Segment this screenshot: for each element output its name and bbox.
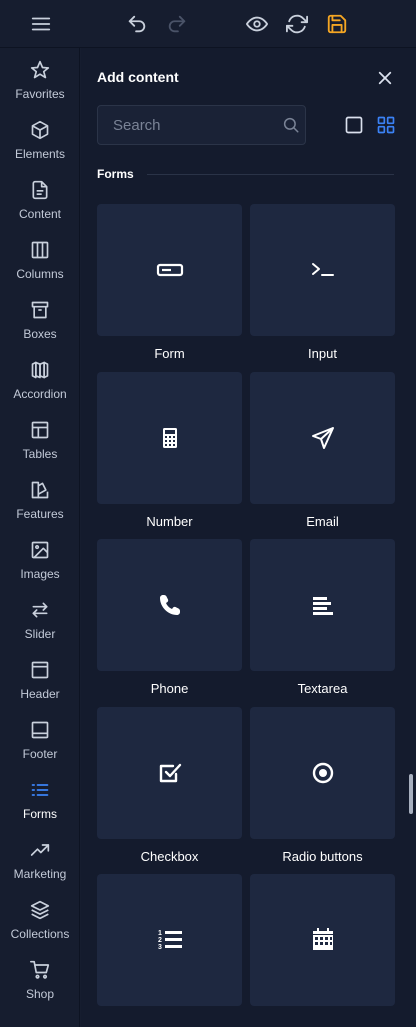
redo-icon[interactable]	[165, 12, 189, 36]
table-icon	[29, 419, 51, 441]
search-box	[97, 105, 306, 145]
sidebar-item-marketing[interactable]: Marketing	[0, 828, 80, 888]
sidebar-item-favorites[interactable]: Favorites	[0, 48, 80, 108]
sidebar-item-label: Favorites	[15, 87, 65, 101]
sidebar-item-label: Features	[16, 507, 64, 521]
sidebar-item-label: Accordion	[13, 387, 67, 401]
tile-input[interactable]	[250, 204, 395, 336]
header-icon	[29, 659, 51, 681]
sidebar-item-forms[interactable]: Forms	[0, 768, 80, 828]
sidebar-item-boxes[interactable]: Boxes	[0, 288, 80, 348]
svg-text:2: 2	[158, 937, 162, 944]
footer-icon	[29, 719, 51, 741]
document-icon	[29, 179, 51, 201]
phone-icon	[159, 595, 180, 615]
sidebar: Favorites Elements Content Columns Boxes…	[0, 48, 80, 1027]
ordered-list-icon: 123	[158, 930, 182, 951]
columns-icon	[29, 239, 51, 261]
sidebar-item-slider[interactable]: Slider	[0, 588, 80, 648]
add-content-panel: Add content Forms Form Input Number Emai…	[81, 48, 416, 1027]
box-icon	[29, 299, 51, 321]
save-icon[interactable]	[325, 12, 349, 36]
sidebar-item-footer[interactable]: Footer	[0, 708, 80, 768]
search-input[interactable]	[98, 106, 278, 144]
accordion-icon	[29, 359, 51, 381]
layers-icon	[29, 899, 51, 921]
section-divider	[147, 174, 394, 175]
search-icon[interactable]	[282, 116, 300, 134]
sidebar-item-label: Shop	[25, 987, 55, 1001]
cart-icon	[29, 959, 51, 981]
tile-label: Form	[154, 346, 185, 361]
undo-icon[interactable]	[125, 12, 149, 36]
form-icon	[156, 263, 183, 277]
radio-icon	[312, 762, 333, 784]
image-icon	[29, 539, 51, 561]
section-title: Forms	[97, 167, 134, 181]
close-icon[interactable]	[375, 68, 395, 88]
sidebar-item-label: Images	[20, 567, 60, 581]
top-toolbar	[0, 0, 416, 48]
sidebar-item-accordion[interactable]: Accordion	[0, 348, 80, 408]
star-icon	[29, 59, 51, 81]
scrollbar-thumb[interactable]	[409, 774, 413, 814]
tile-radio-buttons[interactable]	[250, 707, 395, 839]
tile-textarea[interactable]	[250, 539, 395, 671]
tile-phone[interactable]	[97, 539, 242, 671]
cube-icon	[29, 119, 51, 141]
sidebar-item-label: Tables	[22, 447, 58, 461]
calendar-icon	[312, 928, 333, 950]
sidebar-item-elements[interactable]: Elements	[0, 108, 80, 168]
tile-label: Radio buttons	[282, 849, 363, 864]
tile-label: Phone	[150, 681, 189, 696]
tile-label: Textarea	[297, 681, 348, 696]
tile-ordered-list[interactable]: 123	[97, 874, 242, 1006]
terminal-icon	[311, 263, 334, 276]
sidebar-item-label: Header	[20, 687, 60, 701]
sidebar-item-collections[interactable]: Collections	[0, 888, 80, 948]
sidebar-item-label: Columns	[16, 267, 64, 281]
sidebar-item-label: Marketing	[13, 867, 67, 881]
list-icon	[29, 779, 51, 801]
svg-text:3: 3	[158, 944, 162, 951]
eye-icon[interactable]	[245, 12, 269, 36]
sidebar-item-label: Elements	[14, 147, 66, 161]
align-left-icon	[312, 597, 333, 615]
svg-text:1: 1	[158, 930, 162, 937]
sidebar-item-label: Content	[18, 207, 62, 221]
tile-form[interactable]	[97, 204, 242, 336]
tile-label: Checkbox	[140, 849, 199, 864]
sidebar-item-label: Slider	[24, 627, 56, 641]
sidebar-item-images[interactable]: Images	[0, 528, 80, 588]
sidebar-item-tables[interactable]: Tables	[0, 408, 80, 468]
sidebar-item-columns[interactable]: Columns	[0, 228, 80, 288]
calculator-icon	[162, 428, 177, 448]
tile-label: Email	[306, 514, 339, 529]
sidebar-item-content[interactable]: Content	[0, 168, 80, 228]
grid-view-icon[interactable]	[376, 115, 396, 135]
tile-label: Number	[146, 514, 193, 529]
sidebar-item-label: Footer	[22, 747, 58, 761]
tile-number[interactable]	[97, 372, 242, 504]
features-icon	[29, 479, 51, 501]
sidebar-item-header[interactable]: Header	[0, 648, 80, 708]
single-view-icon[interactable]	[344, 115, 364, 135]
sidebar-item-shop[interactable]: Shop	[0, 948, 80, 1008]
hamburger-icon[interactable]	[29, 12, 53, 36]
tile-label: Input	[308, 346, 337, 361]
sidebar-item-label: Boxes	[23, 327, 57, 341]
arrows-icon	[29, 599, 51, 621]
tile-checkbox[interactable]	[97, 707, 242, 839]
sidebar-item-features[interactable]: Features	[0, 468, 80, 528]
send-icon	[311, 427, 334, 449]
tile-calendar[interactable]	[250, 874, 395, 1006]
tile-email[interactable]	[250, 372, 395, 504]
panel-title: Add content	[97, 69, 179, 85]
refresh-icon[interactable]	[285, 12, 309, 36]
sidebar-item-label: Forms	[23, 807, 57, 821]
checkbox-icon	[159, 763, 181, 783]
sidebar-item-label: Collections	[10, 927, 70, 941]
trending-icon	[29, 839, 51, 861]
